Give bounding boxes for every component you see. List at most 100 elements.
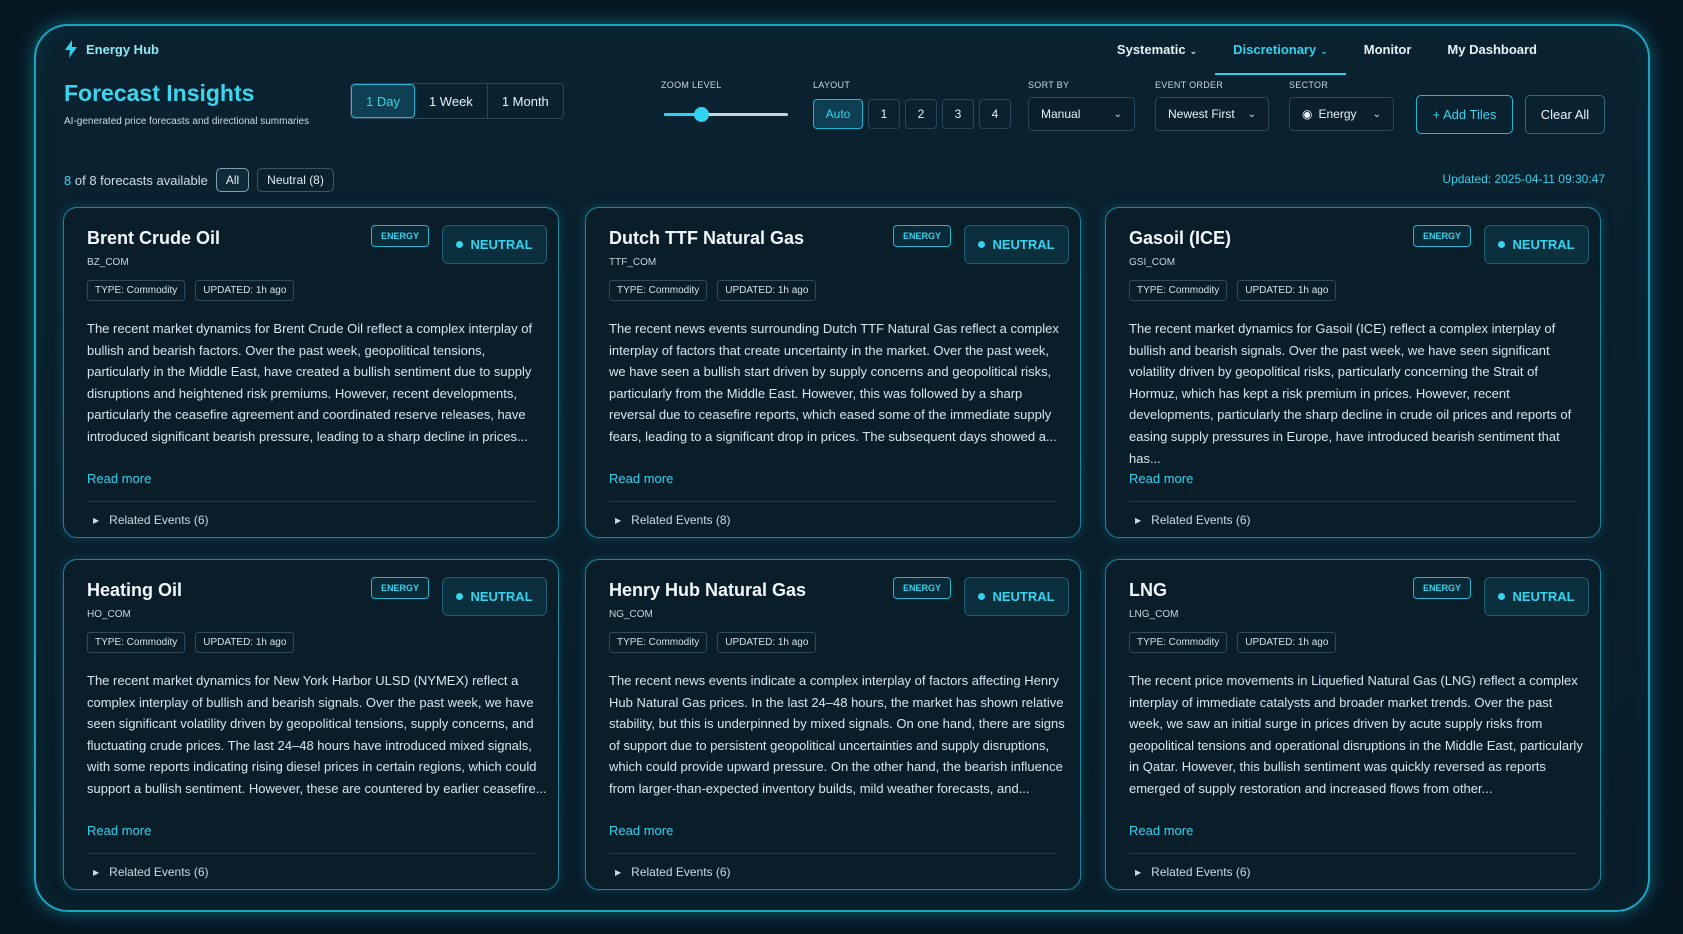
- sector-badge: ENERGY: [1413, 225, 1472, 247]
- read-more-link[interactable]: Read more: [1129, 471, 1193, 486]
- card-divider: [87, 853, 535, 855]
- related-events-toggle[interactable]: ▶ Related Events (6): [93, 513, 209, 527]
- layout-selector: Auto 1 2 3 4: [813, 99, 1011, 129]
- status-dot-icon: [978, 593, 986, 600]
- chevron-down-icon: ⌄: [1189, 46, 1198, 56]
- related-events-toggle[interactable]: ▶ Related Events (6): [1135, 865, 1251, 879]
- layout-2[interactable]: 2: [905, 99, 937, 129]
- card-divider: [87, 501, 535, 503]
- card-summary: The recent market dynamics for Brent Cru…: [87, 321, 533, 444]
- card-tags: TYPE: Commodity UPDATED: 1h ago: [609, 632, 817, 653]
- sector-badge: ENERGY: [1413, 577, 1472, 599]
- status-dot-icon: [456, 241, 464, 248]
- card-code: NG_COM: [609, 609, 653, 620]
- top-nav: Systematic ⌄ Discretionary ⌄ Monitor My Da…: [1099, 38, 1555, 75]
- layout-3[interactable]: 3: [942, 99, 974, 129]
- filter-neutral[interactable]: Neutral (8): [257, 168, 334, 192]
- card-tags: TYPE: Commodity UPDATED: 1h ago: [609, 280, 817, 301]
- nav-discretionary[interactable]: Discretionary ⌄: [1215, 38, 1346, 75]
- layout-4[interactable]: 4: [979, 99, 1011, 129]
- globe-icon: ◉: [1302, 107, 1313, 121]
- card-title: Gasoil (ICE): [1129, 228, 1232, 248]
- caret-right-icon: ▶: [93, 867, 100, 877]
- updated-tag: UPDATED: 1h ago: [717, 280, 817, 301]
- updated-tag: UPDATED: 1h ago: [717, 632, 817, 653]
- nav-systematic[interactable]: Systematic ⌄: [1099, 38, 1215, 75]
- updated-tag: UPDATED: 1h ago: [195, 632, 295, 653]
- card-title: Henry Hub Natural Gas: [609, 580, 807, 600]
- sector-badge: ENERGY: [893, 577, 952, 599]
- related-events-toggle[interactable]: ▶ Related Events (6): [93, 865, 209, 879]
- caret-right-icon: ▶: [615, 515, 622, 525]
- card-summary: The recent news events surrounding Dutch…: [609, 321, 1059, 444]
- timeframe-1-week[interactable]: 1 Week: [415, 84, 488, 118]
- card-divider: [609, 853, 1057, 855]
- forecast-card[interactable]: Heating Oil HO_COM ENERGY NEUTRAL TYPE: Comm…: [63, 559, 559, 890]
- nav-my-dashboard[interactable]: My Dashboard: [1429, 38, 1555, 75]
- brand[interactable]: Energy Hub: [64, 40, 159, 58]
- card-tags: TYPE: Commodity UPDATED: 1h ago: [87, 632, 295, 653]
- signal-badge: NEUTRAL: [442, 577, 547, 616]
- forecast-card[interactable]: Brent Crude Oil BZ_COM ENERGY NEUTRAL TYPE: …: [63, 207, 559, 538]
- sort-value: Manual: [1041, 107, 1081, 121]
- type-tag: TYPE: Commodity: [87, 632, 186, 653]
- timeframe-1-month[interactable]: 1 Month: [488, 84, 563, 118]
- chevron-down-icon: ⌄: [1113, 108, 1122, 120]
- card-tags: TYPE: Commodity UPDATED: 1h ago: [1129, 280, 1337, 301]
- read-more-link[interactable]: Read more: [87, 823, 151, 838]
- updated-tag: UPDATED: 1h ago: [1237, 632, 1337, 653]
- forecast-card[interactable]: Gasoil (ICE) GSI_COM ENERGY NEUTRAL TYPE: Co…: [1105, 207, 1601, 538]
- type-tag: TYPE: Commodity: [609, 632, 708, 653]
- related-events-toggle[interactable]: ▶ Related Events (8): [615, 513, 731, 527]
- read-more-link[interactable]: Read more: [1129, 823, 1193, 838]
- zoom-slider[interactable]: [664, 107, 788, 122]
- read-more-link[interactable]: Read more: [609, 823, 673, 838]
- filter-all[interactable]: All: [215, 168, 250, 192]
- related-events-toggle[interactable]: ▶ Related Events (6): [1135, 513, 1251, 527]
- updated-tag: UPDATED: 1h ago: [1237, 280, 1337, 301]
- add-tiles-button[interactable]: + Add Tiles: [1416, 95, 1513, 134]
- sort-label: SORT BY: [1028, 80, 1070, 90]
- layout-1[interactable]: 1: [868, 99, 900, 129]
- caret-right-icon: ▶: [615, 867, 622, 877]
- page-subtitle: AI-generated price forecasts and directi…: [64, 116, 310, 127]
- status-dot-icon: [1498, 593, 1506, 600]
- forecast-count-text: 8 of 8 forecasts available: [64, 172, 208, 188]
- sector-dropdown[interactable]: ◉ Energy ⌄: [1289, 97, 1394, 131]
- sector-badge: ENERGY: [893, 225, 952, 247]
- status-dot-icon: [978, 241, 986, 248]
- event-order-dropdown[interactable]: Newest First ⌄: [1155, 97, 1269, 131]
- card-title: Brent Crude Oil: [87, 228, 221, 248]
- caret-right-icon: ▶: [1135, 867, 1142, 877]
- card-tags: TYPE: Commodity UPDATED: 1h ago: [1129, 632, 1337, 653]
- sector-badge: ENERGY: [371, 577, 430, 599]
- signal-badge: NEUTRAL: [1484, 577, 1589, 616]
- read-more-link[interactable]: Read more: [87, 471, 151, 486]
- card-title: Dutch TTF Natural Gas: [609, 228, 805, 248]
- chevron-down-icon: ⌄: [1247, 108, 1256, 120]
- forecast-card[interactable]: Dutch TTF Natural Gas TTF_COM ENERGY NEUTRA…: [585, 207, 1081, 538]
- sector-label: SECTOR: [1289, 80, 1329, 90]
- card-code: HO_COM: [87, 609, 131, 620]
- forecast-card[interactable]: Henry Hub Natural Gas NG_COM ENERGY NEUTRAL…: [585, 559, 1081, 890]
- layout-auto[interactable]: Auto: [813, 99, 863, 129]
- type-tag: TYPE: Commodity: [609, 280, 708, 301]
- type-tag: TYPE: Commodity: [1129, 632, 1228, 653]
- clear-all-button[interactable]: Clear All: [1525, 95, 1605, 134]
- card-summary: The recent market dynamics for Gasoil (I…: [1129, 321, 1572, 466]
- card-divider: [609, 501, 1057, 503]
- related-events-toggle[interactable]: ▶ Related Events (6): [615, 865, 731, 879]
- zoom-label: ZOOM LEVEL: [661, 80, 722, 90]
- nav-monitor[interactable]: Monitor: [1346, 38, 1430, 75]
- layout-label: LAYOUT: [813, 80, 851, 90]
- card-tags: TYPE: Commodity UPDATED: 1h ago: [87, 280, 295, 301]
- card-code: LNG_COM: [1129, 609, 1179, 620]
- sort-dropdown[interactable]: Manual ⌄: [1028, 97, 1135, 131]
- caret-right-icon: ▶: [1135, 515, 1142, 525]
- forecast-card[interactable]: LNG LNG_COM ENERGY NEUTRAL TYPE: Commodity UP…: [1105, 559, 1601, 890]
- timeframe-1-day[interactable]: 1 Day: [351, 84, 415, 118]
- read-more-link[interactable]: Read more: [609, 471, 673, 486]
- signal-badge: NEUTRAL: [1484, 225, 1589, 264]
- signal-badge: NEUTRAL: [442, 225, 547, 264]
- lightning-bolt-icon: [65, 40, 77, 58]
